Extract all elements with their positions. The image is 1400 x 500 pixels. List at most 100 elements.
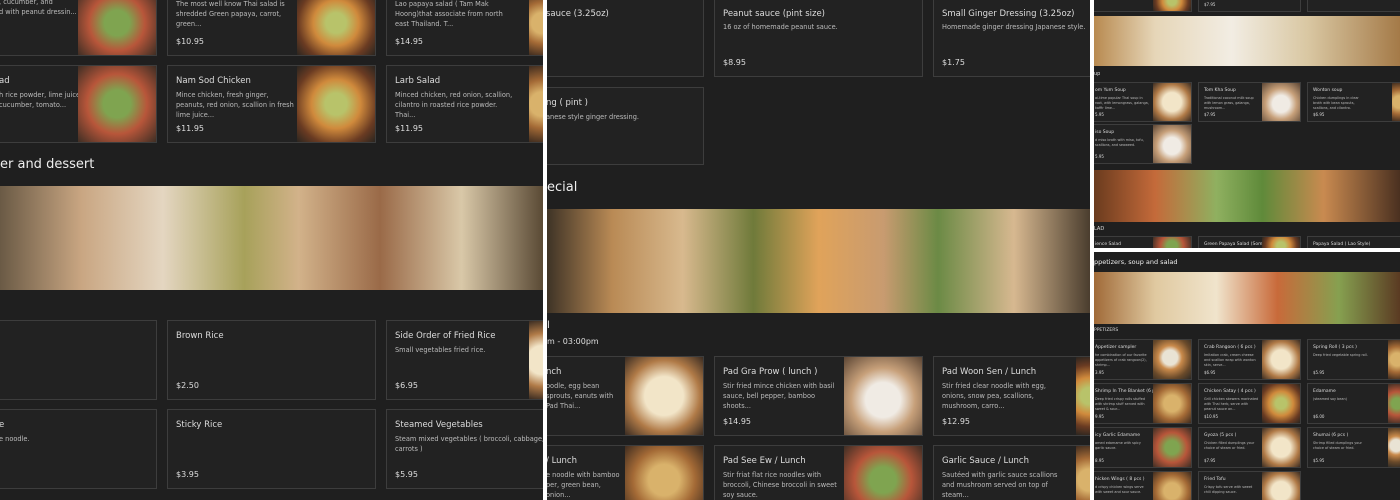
item-description: e noodle with bamboo per, green bean, on…: [547, 471, 620, 499]
menu-item-card[interactable]: Wonton soup Chicken dumplings in clear b…: [1307, 82, 1400, 122]
item-name: Appetizer sampler: [1095, 345, 1137, 350]
menu-item-card[interactable]: Crab Rangoon ( 6 pcs ) Imitation crab, c…: [1198, 339, 1301, 380]
item-name: Sticky Rice: [176, 420, 223, 430]
item-price: $5.95: [395, 470, 418, 479]
menu-item-card[interactable]: [1094, 0, 1192, 12]
menu-item-card[interactable]: Fried Tofu Crispy tofu serve with sweet …: [1198, 471, 1301, 500]
menu-item-card[interactable]: , cucumber, and d with peanut dressin...: [0, 0, 157, 56]
item-name: Side Order of Fried Rice: [395, 331, 496, 341]
food-photo: [1153, 83, 1191, 121]
item-description: Grill chicken skewers marinated with Tha…: [1204, 397, 1259, 411]
item-price: $6.00: [1313, 414, 1325, 419]
menu-item-card[interactable]: Appetizer sampler he combination of our …: [1094, 339, 1192, 380]
item-description: Deep fried vegetable spring roll.: [1313, 353, 1368, 357]
menu-panel-soup-salad: $7.95 up om Yum Soup ai-time popular Tha…: [1094, 0, 1400, 248]
menu-item-card[interactable]: Nam Sod Chicken Mince chicken, fresh gin…: [167, 65, 376, 143]
item-description: 16 oz of homemade peanut sauce.: [723, 23, 838, 31]
menu-item-card[interactable]: Green Papaya Salad (Som Tum): [1198, 236, 1301, 248]
food-photo: [1388, 340, 1400, 379]
menu-item-card[interactable]: om Yum Soup ai-time popular Thai soup in…: [1094, 82, 1192, 122]
menu-item-card[interactable]: Side Order of Fried Rice Small vegetable…: [386, 320, 543, 400]
section-banner-image: [1094, 272, 1400, 324]
menu-item-card[interactable]: Edamame (steamed soy bean) $6.00: [1307, 383, 1400, 424]
food-photo: [1262, 384, 1300, 423]
menu-item-card[interactable]: [0, 320, 157, 400]
item-description: oodle, egg bean sprouts, eanuts with Pad…: [547, 382, 614, 410]
menu-item-card[interactable]: iso Soup d miso broth with miso, tofu, s…: [1094, 124, 1192, 164]
food-photo: [78, 66, 156, 142]
food-photo: [297, 66, 375, 142]
item-name: Nam Sod Chicken: [176, 76, 251, 86]
food-photo: [1153, 237, 1191, 248]
food-photo: [1262, 237, 1300, 248]
section-heading: ppetizers, soup and salad: [1094, 258, 1178, 266]
menu-item-card[interactable]: Larb Salad Minced chicken, red onion, sc…: [386, 65, 543, 143]
item-price: $5.95: [1313, 370, 1325, 375]
item-description: Imitation crab, cream cheese and scallio…: [1204, 353, 1256, 367]
item-name: Pad Woon Sen / Lunch: [942, 367, 1037, 377]
menu-item-card[interactable]: Shumai (6 pcs ) Shrimp filled dumplings …: [1307, 427, 1400, 468]
menu-item-card[interactable]: sauce (3.25oz): [547, 0, 704, 77]
menu-panel-lunch-special: sauce (3.25oz) Peanut sauce (pint size) …: [547, 0, 1090, 500]
item-description: Stir friat flat rice noodles with brocco…: [723, 471, 837, 499]
menu-item-card[interactable]: Lao papaya salad ( Tam Mak Hoong)that as…: [386, 0, 543, 56]
menu-item-card[interactable]: Small Ginger Dressing (3.25oz) Homemade …: [933, 0, 1090, 77]
menu-item-card[interactable]: / Lunch e noodle with bamboo per, green …: [547, 445, 704, 500]
item-price: $6.95: [1313, 112, 1325, 117]
food-photo: [1262, 83, 1300, 121]
menu-item-card[interactable]: Sticky Rice $3.95: [167, 409, 376, 489]
item-price: $1.75: [942, 58, 965, 67]
item-name: om Yum Soup: [1095, 88, 1126, 93]
menu-item-card[interactable]: icy Garlic Edamame amed edamame with spi…: [1094, 427, 1192, 468]
menu-item-card[interactable]: Peanut sauce (pint size) 16 oz of homema…: [714, 0, 923, 77]
item-name: Wonton soup: [1313, 88, 1343, 93]
item-description: Lao papaya salad ( Tam Mak Hoong)that as…: [395, 0, 503, 28]
menu-item-card[interactable]: $7.95: [1198, 0, 1301, 12]
menu-item-card[interactable]: Steamed Vegetables Steam mixed vegetable…: [386, 409, 543, 489]
soup-section-title: up: [1094, 71, 1101, 77]
item-description: Chicken dumplings in clear broth with be…: [1313, 96, 1359, 110]
item-price: $10.95: [1204, 414, 1218, 419]
food-photo: [844, 446, 922, 500]
item-price: $7.95: [1204, 458, 1216, 463]
item-name: ad: [0, 76, 10, 86]
menu-item-card[interactable]: Pad Woon Sen / Lunch Stir fried clear no…: [933, 356, 1090, 436]
lunch-section-title: l: [547, 320, 550, 331]
item-name: Tom Kha Soup: [1204, 88, 1236, 93]
menu-item-card[interactable]: Tom Kha Soup Traditional coconut milk so…: [1198, 82, 1301, 122]
item-name: Gyoza (5 pcs ): [1204, 433, 1237, 438]
section-banner-image: [1094, 16, 1400, 66]
lunch-hours: m - 03:00pm: [547, 337, 599, 346]
item-price: 5.95: [1095, 112, 1104, 117]
menu-item-card[interactable]: Gyoza (5 pcs ) Chicken filled dumplings …: [1198, 427, 1301, 468]
section-banner-image: [0, 186, 543, 290]
item-name: Papaya Salad ( Lao Style): [1313, 242, 1371, 247]
menu-item-card[interactable]: e e noodle.: [0, 409, 157, 489]
menu-item-card[interactable]: nch oodle, egg bean sprouts, eanuts with…: [547, 356, 704, 436]
menu-item-card[interactable]: [1307, 0, 1400, 12]
item-price: $7.95: [1204, 2, 1216, 7]
menu-item-card[interactable]: Garlic Sauce / Lunch Sautéed with garlic…: [933, 445, 1090, 500]
food-photo: [1262, 340, 1300, 379]
item-name: e: [0, 420, 4, 430]
menu-item-card[interactable]: Spring Roll ( 3 pcs ) Deep fried vegetab…: [1307, 339, 1400, 380]
menu-item-card[interactable]: ad h rice powder, lime juice, on, cucumb…: [0, 65, 157, 143]
item-description: d miso broth with miso, tofu, scallions,…: [1095, 138, 1144, 147]
menu-item-card[interactable]: Shrimp In The Blanket (6 pcs) Deep fried…: [1094, 383, 1192, 424]
item-price: $7.95: [1204, 112, 1216, 117]
item-description: e noodle.: [0, 435, 30, 443]
food-photo: [1153, 428, 1191, 467]
menu-item-card[interactable]: ng ( pint ) anese style ginger dressing.: [547, 87, 704, 165]
item-name: Spring Roll ( 3 pcs ): [1313, 345, 1357, 350]
menu-item-card[interactable]: Pad See Ew / Lunch Stir friat flat rice …: [714, 445, 923, 500]
item-price: $11.95: [176, 124, 204, 133]
menu-item-card[interactable]: Pad Gra Prow ( lunch ) Stir fried mince …: [714, 356, 923, 436]
menu-item-card[interactable]: ience Salad: [1094, 236, 1192, 248]
item-name: nch: [547, 367, 562, 377]
menu-item-card[interactable]: Chicken Satay ( 4 pcs ) Grill chicken sk…: [1198, 383, 1301, 424]
menu-item-card[interactable]: hicken Wings ( 8 pcs ) d crispy chicken …: [1094, 471, 1192, 500]
menu-item-card[interactable]: Papaya Salad ( Lao Style): [1307, 236, 1400, 248]
menu-item-card[interactable]: The most well know Thai salad is shredde…: [167, 0, 376, 56]
menu-item-card[interactable]: Brown Rice $2.50: [167, 320, 376, 400]
item-name: Garlic Sauce / Lunch: [942, 456, 1029, 466]
